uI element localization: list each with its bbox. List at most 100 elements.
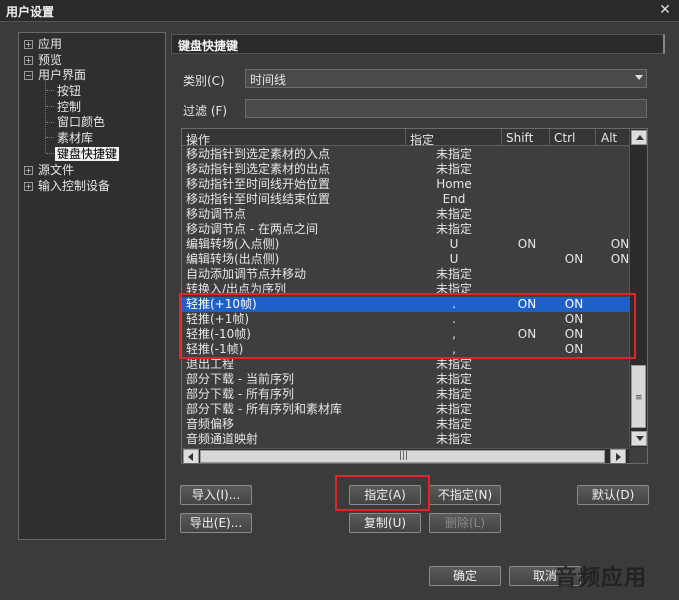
table-row[interactable]: 自动添加调节点并移动 未指定	[182, 267, 629, 282]
tree-item-preview[interactable]: + 预览	[24, 52, 62, 68]
export-button[interactable]: 导出(E)...	[180, 513, 252, 533]
cell-key: 未指定	[435, 267, 472, 281]
table-row[interactable]: 音频偏移 未指定	[182, 417, 629, 432]
cell-action: 部分下载 - 所有序列	[186, 387, 294, 401]
window-title: 用户设置	[6, 5, 55, 19]
column-header-alt[interactable]: Alt	[601, 131, 617, 145]
grip-icon: ≡	[635, 393, 643, 403]
grip-icon: |||	[399, 451, 409, 461]
tree-item-apply[interactable]: + 应用	[24, 36, 62, 52]
table-header: 操作 指定 Shift Ctrl Alt	[182, 129, 629, 148]
table-row[interactable]: 部分下载 - 所有序列 未指定	[182, 387, 629, 402]
expand-icon[interactable]: +	[24, 166, 33, 175]
tree-item-label: 源文件	[38, 163, 75, 177]
tree-connector	[46, 153, 54, 154]
expand-icon[interactable]: +	[24, 40, 33, 49]
chevron-down-icon[interactable]	[635, 75, 643, 80]
cell-key: 未指定	[435, 207, 472, 221]
cell-key: End	[442, 192, 466, 206]
vertical-scrollbar[interactable]: ≡	[629, 129, 647, 447]
scroll-left-button[interactable]	[183, 449, 199, 463]
default-button[interactable]: 默认(D)	[577, 485, 649, 505]
vertical-scroll-thumb[interactable]: ≡	[631, 365, 646, 428]
watermark: 音频应用	[555, 566, 648, 591]
tree-item-label: 窗口颜色	[57, 115, 106, 129]
tree-connector	[46, 122, 54, 123]
category-label: 类别(C)	[183, 74, 225, 88]
cell-key: U	[449, 252, 459, 266]
tree-item-bin[interactable]: 素材库	[57, 130, 93, 146]
section-title: 键盘快捷键	[178, 39, 239, 53]
tree-item-window-color[interactable]: 窗口颜色	[57, 114, 105, 130]
tree-item-source[interactable]: + 源文件	[24, 162, 74, 178]
tree-item-label: 素材库	[57, 131, 94, 145]
tree-item-buttons[interactable]: 按钮	[57, 83, 81, 99]
tree-item-label: 控制	[57, 100, 82, 114]
tree-item-label: 按钮	[57, 84, 82, 98]
arrow-right-icon	[616, 453, 621, 461]
cell-key: 未指定	[435, 417, 472, 431]
table-row[interactable]: 移动指针至时间线开始位置 Home	[182, 177, 629, 192]
table-row[interactable]: 退出工程 未指定	[182, 357, 629, 372]
column-header-ctrl[interactable]: Ctrl	[554, 131, 575, 145]
cell-action: 移动调节点 - 在两点之间	[186, 222, 318, 236]
tree-item-user-interface[interactable]: − 用户界面	[24, 67, 86, 83]
table-row[interactable]: 移动调节点 - 在两点之间 未指定	[182, 222, 629, 237]
scroll-up-button[interactable]	[631, 130, 647, 145]
expand-icon[interactable]: +	[24, 182, 33, 191]
cell-shift: ON	[517, 237, 537, 251]
tree-item-input-devices[interactable]: + 输入控制设备	[24, 178, 110, 194]
category-value: 时间线	[250, 73, 287, 87]
table-row[interactable]: 音频通道映射 未指定	[182, 432, 629, 447]
tree-connector	[46, 106, 54, 107]
tree-connector	[46, 137, 54, 138]
table-row[interactable]: 编辑转场(出点侧) U ON ON	[182, 252, 629, 267]
column-header-shift[interactable]: Shift	[506, 131, 533, 145]
scroll-right-button[interactable]	[610, 449, 626, 463]
column-header-action[interactable]: 操作	[186, 131, 210, 148]
highlight-box	[335, 475, 430, 511]
tree-item-control[interactable]: 控制	[57, 99, 81, 115]
close-icon[interactable]: ✕	[656, 1, 674, 19]
table-row[interactable]: 编辑转场(入点侧) U ON ON	[182, 237, 629, 252]
table-row[interactable]: 移动指针到选定素材的入点 未指定	[182, 147, 629, 162]
unassign-button[interactable]: 不指定(N)	[429, 485, 501, 505]
filter-input[interactable]	[245, 99, 647, 118]
arrow-left-icon	[188, 453, 193, 461]
horizontal-scroll-thumb[interactable]: |||	[200, 450, 605, 463]
tree-item-label: 预览	[38, 53, 63, 67]
tree-item-keyboard-shortcuts[interactable]: 键盘快捷键	[55, 146, 120, 162]
filter-label: 过滤 (F)	[183, 104, 228, 118]
column-divider	[595, 129, 596, 146]
cell-action: 音频通道映射	[186, 432, 259, 446]
column-header-assign[interactable]: 指定	[410, 131, 434, 148]
cell-key: U	[449, 237, 459, 251]
tree-item-label: 键盘快捷键	[55, 147, 120, 161]
column-divider	[549, 129, 550, 146]
table-row[interactable]: 移动指针到选定素材的出点 未指定	[182, 162, 629, 177]
cell-action: 编辑转场(出点侧)	[186, 252, 280, 266]
import-button[interactable]: 导入(I)...	[180, 485, 252, 505]
expand-icon[interactable]: +	[24, 56, 33, 65]
settings-tree: + 应用 + 预览 − 用户界面 按钮 控制 窗口颜色 素材库 键盘快捷键 + 源文件 …	[18, 32, 166, 540]
cell-action: 移动调节点	[186, 207, 247, 221]
scroll-down-button[interactable]	[631, 431, 647, 446]
table-row[interactable]: 部分下载 - 当前序列 未指定	[182, 372, 629, 387]
table-row[interactable]: 部分下载 - 所有序列和素材库 未指定	[182, 402, 629, 417]
cell-key: 未指定	[435, 432, 472, 446]
cell-action: 音频偏移	[186, 417, 235, 431]
tree-item-label: 输入控制设备	[38, 179, 111, 193]
table-row[interactable]: 移动调节点 未指定	[182, 207, 629, 222]
cell-key: 未指定	[435, 372, 472, 386]
horizontal-scrollbar[interactable]: |||	[182, 448, 629, 463]
cell-key: 未指定	[435, 162, 472, 176]
cell-action: 移动指针到选定素材的入点	[186, 147, 331, 161]
ok-button[interactable]: 确定	[429, 566, 501, 586]
table-row[interactable]: 移动指针至时间线结束位置 End	[182, 192, 629, 207]
duplicate-button[interactable]: 复制(U)	[349, 513, 421, 533]
delete-button[interactable]: 删除(L)	[429, 513, 501, 533]
title-bar: 用户设置 ✕	[0, 0, 679, 22]
highlight-box	[179, 293, 636, 359]
collapse-icon[interactable]: −	[24, 71, 33, 80]
category-select[interactable]: 时间线	[245, 69, 647, 88]
